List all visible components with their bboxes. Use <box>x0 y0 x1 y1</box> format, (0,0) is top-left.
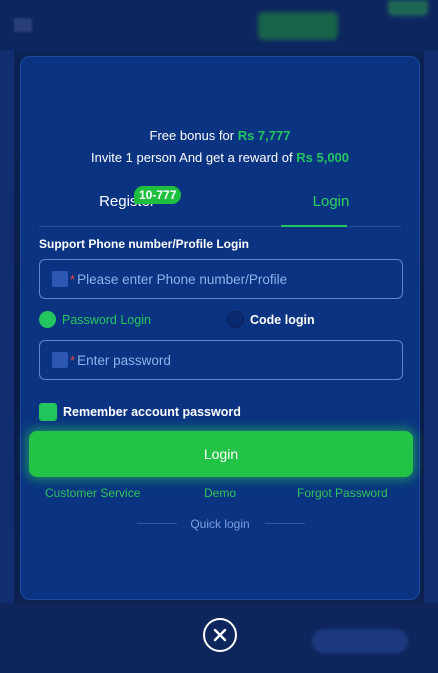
background-button <box>258 12 338 40</box>
required-mark: * <box>70 352 76 368</box>
background-right-panel <box>424 50 438 673</box>
tab-register[interactable]: 10-777 Register <box>57 186 197 210</box>
active-tab-indicator <box>281 225 347 227</box>
customer-service-link[interactable]: Customer Service <box>45 486 140 500</box>
background-menu-icon <box>14 18 32 32</box>
forgot-password-link[interactable]: Forgot Password <box>297 486 388 500</box>
remember-label: Remember account password <box>63 405 241 419</box>
phone-input[interactable]: * Please enter Phone number/Profile <box>39 259 403 299</box>
phone-icon <box>52 271 68 287</box>
required-mark: * <box>70 271 76 287</box>
tab-login[interactable]: Login <box>261 193 401 210</box>
bonus-amount: Rs 7,777 <box>237 128 291 143</box>
login-modal: Free bonus for Rs 7,777 Invite 1 person … <box>20 56 420 600</box>
password-placeholder: Enter password <box>77 352 171 368</box>
tab-login-label: Login <box>312 193 350 210</box>
radio-unselected-icon <box>227 311 244 328</box>
login-method-selector: Password Login Code login <box>39 311 401 329</box>
remember-password-checkbox[interactable]: Remember account password <box>39 403 241 421</box>
checkbox-checked-icon <box>39 403 57 421</box>
divider-right <box>265 523 305 524</box>
register-badge: 10-777 <box>134 186 182 204</box>
radio-selected-icon <box>39 311 56 328</box>
bonus-text: Free bonus for <box>149 128 235 143</box>
password-input[interactable]: * Enter password <box>39 340 403 380</box>
close-button[interactable] <box>203 618 237 652</box>
auth-tabs: 10-777 Register Login <box>39 181 401 227</box>
footer-links: Customer Service Demo Forgot Password <box>21 486 419 502</box>
bonus-line-2: Invite 1 person And get a reward of Rs 5… <box>21 150 419 165</box>
invite-text: Invite 1 person And get a reward of <box>90 150 293 165</box>
quick-login-link[interactable]: Quick login <box>21 517 419 531</box>
background-topbar <box>0 0 438 50</box>
login-button[interactable]: Login <box>29 431 413 477</box>
background-pill <box>312 629 408 653</box>
section-label: Support Phone number/Profile Login <box>39 237 249 251</box>
phone-placeholder: Please enter Phone number/Profile <box>77 271 288 287</box>
background-corner-button <box>388 0 428 16</box>
close-icon <box>213 628 227 642</box>
invite-amount: Rs 5,000 <box>296 150 350 165</box>
background-left-panel <box>0 50 14 673</box>
lock-icon <box>52 352 68 368</box>
password-login-label: Password Login <box>62 312 151 327</box>
code-login-label: Code login <box>250 312 315 327</box>
code-login-radio[interactable]: Code login <box>227 311 315 328</box>
bonus-line-1: Free bonus for Rs 7,777 <box>21 128 419 143</box>
demo-link[interactable]: Demo <box>204 486 236 500</box>
password-login-radio[interactable]: Password Login <box>39 311 151 328</box>
